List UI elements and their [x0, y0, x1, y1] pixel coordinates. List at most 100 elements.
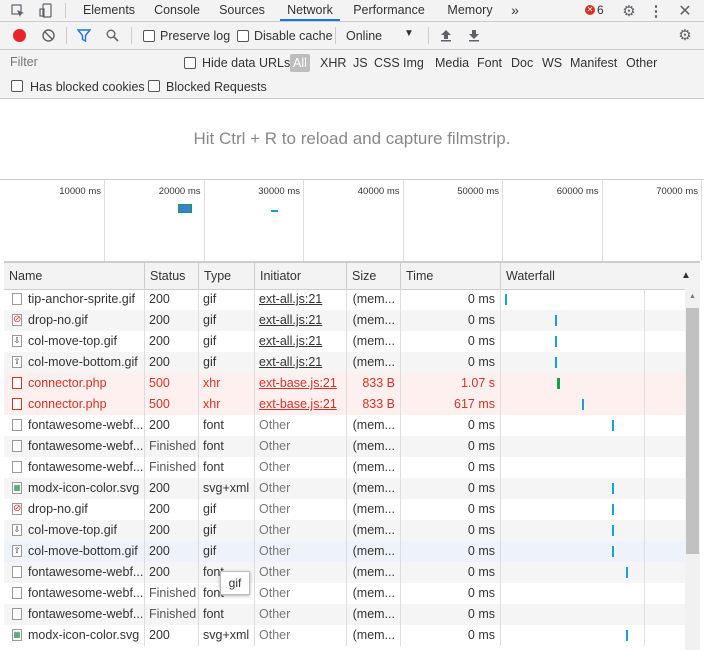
filter-funnel-icon[interactable] — [76, 27, 92, 43]
table-row[interactable]: tip-anchor-sprite.gif 200 gif ext-all.js:21… — [4, 289, 685, 310]
column-header-size[interactable]: Size — [347, 263, 401, 289]
table-row[interactable]: col-move-bottom.gif ⇧ 200 gif Other (mem... 0 … — [4, 541, 685, 562]
inspect-element-icon[interactable] — [8, 1, 28, 20]
network-settings-gear-icon[interactable]: ⚙ — [676, 27, 694, 44]
table-row[interactable]: fontawesome-webf... Finished font Other (mem… — [4, 583, 685, 604]
scroll-up-arrow-icon[interactable]: ▲ — [689, 293, 696, 300]
throttling-select[interactable]: Online ▼ — [344, 25, 422, 46]
tab-network[interactable]: Network — [280, 0, 340, 21]
table-row[interactable]: fontawesome-webf... 200 font Other (mem... 0 … — [4, 415, 685, 436]
waterfall-bar[interactable] — [611, 525, 614, 536]
tab-memory[interactable]: Memory — [440, 0, 500, 21]
waterfall-bar[interactable] — [554, 336, 557, 347]
kebab-menu-icon[interactable]: ⋮ — [648, 1, 664, 20]
cell-initiator-container: Other — [255, 499, 347, 520]
waterfall-bar[interactable] — [626, 630, 629, 641]
table-row[interactable]: connector.php 500 xhr ext-base.js:21 833 B 1.… — [4, 373, 685, 394]
timeline-overview[interactable]: 10000 ms 20000 ms 30000 ms 40000 ms 50000 ms… — [4, 180, 702, 262]
waterfall-gridline — [644, 373, 645, 394]
filter-type-css[interactable]: CSS — [374, 56, 400, 70]
blocked-requests-checkbox[interactable] — [148, 80, 160, 92]
cell-initiator[interactable]: ext-all.js:21 — [259, 292, 322, 306]
filter-type-other[interactable]: Other — [626, 56, 657, 70]
close-devtools-icon[interactable]: ✕ — [676, 1, 694, 20]
filter-type-media[interactable]: Media — [435, 56, 469, 70]
device-toolbar-icon[interactable] — [36, 1, 56, 20]
request-table-body: tip-anchor-sprite.gif 200 gif ext-all.js:21… — [4, 289, 685, 650]
table-row[interactable]: modx-icon-color.svg ▦ 200 svg+xml Other (mem.… — [4, 625, 685, 646]
filter-type-js[interactable]: JS — [353, 56, 368, 70]
column-header-time[interactable]: Time — [401, 263, 501, 289]
table-row[interactable]: col-move-top.gif ⇩ 200 gif ext-all.js:21 (mem… — [4, 331, 685, 352]
has-blocked-cookies-checkbox[interactable] — [11, 80, 23, 92]
cell-initiator[interactable]: ext-base.js:21 — [259, 397, 337, 411]
error-counter[interactable]: ✕ 6 — [585, 3, 615, 18]
cell-size-container: (mem... — [347, 289, 401, 310]
cell-initiator[interactable]: ext-all.js:21 — [259, 334, 322, 348]
waterfall-bar[interactable] — [556, 378, 560, 389]
column-header-status[interactable]: Status — [145, 263, 199, 289]
waterfall-gridline — [644, 499, 645, 520]
cell-size-container: (mem... — [347, 331, 401, 352]
preserve-log-checkbox[interactable] — [143, 30, 155, 42]
waterfall-bar[interactable] — [505, 294, 507, 305]
cell-status: 200 — [149, 628, 170, 642]
cell-initiator[interactable]: ext-base.js:21 — [259, 376, 337, 390]
filter-type-doc[interactable]: Doc — [511, 56, 533, 70]
export-har-download-icon[interactable] — [466, 27, 482, 43]
waterfall-bar[interactable] — [582, 399, 585, 410]
table-row[interactable]: fontawesome-webf... Finished font Other (mem… — [4, 436, 685, 457]
table-row[interactable]: col-move-top.gif ⇩ 200 gif Other (mem... 0 ms — [4, 520, 685, 541]
overview-tick-label: 30000 ms — [258, 186, 300, 197]
cell-initiator-container: Other — [255, 541, 347, 562]
cell-size-container: (mem... — [347, 562, 401, 583]
tab-sources[interactable]: Sources — [212, 0, 272, 21]
waterfall-bar[interactable] — [611, 483, 614, 494]
waterfall-cell — [501, 541, 685, 562]
filter-type-manifest[interactable]: Manifest — [570, 56, 617, 70]
table-row[interactable]: drop-no.gif ⊘ 200 gif Other (mem... 0 ms — [4, 499, 685, 520]
waterfall-cell — [501, 625, 685, 646]
filter-type-ws[interactable]: WS — [542, 56, 562, 70]
tab-elements[interactable]: Elements — [74, 0, 144, 21]
table-row[interactable]: fontawesome-webf... 200 font Other (mem... 0 … — [4, 562, 685, 583]
table-row[interactable]: col-move-bottom.gif ⇧ 200 gif ext-all.js:21 (… — [4, 352, 685, 373]
hide-data-urls-checkbox[interactable] — [184, 57, 196, 69]
search-icon[interactable] — [104, 27, 120, 43]
waterfall-bar[interactable] — [611, 546, 614, 557]
cell-initiator[interactable]: ext-all.js:21 — [259, 313, 322, 327]
clear-log-icon[interactable] — [40, 27, 56, 43]
waterfall-bar[interactable] — [626, 567, 629, 578]
column-header-type[interactable]: Type — [199, 263, 255, 289]
column-header-name[interactable]: Name — [4, 263, 145, 289]
table-row[interactable]: modx-icon-color.svg ▦ 200 svg+xml Other (mem.… — [4, 478, 685, 499]
import-har-upload-icon[interactable] — [438, 27, 454, 43]
waterfall-bar[interactable] — [611, 420, 614, 431]
table-row[interactable]: fontawesome-webf... Finished font Other (mem… — [4, 604, 685, 625]
waterfall-bar[interactable] — [611, 504, 614, 515]
column-header-initiator[interactable]: Initiator — [255, 263, 347, 289]
record-button-icon[interactable] — [13, 29, 26, 42]
cell-initiator-container: Other — [255, 457, 347, 478]
filter-type-font[interactable]: Font — [477, 56, 502, 70]
column-header-waterfall[interactable]: Waterfall ▲ — [501, 263, 700, 289]
settings-gear-icon[interactable]: ⚙ — [619, 1, 639, 20]
cell-initiator[interactable]: ext-all.js:21 — [259, 355, 322, 369]
tab-performance[interactable]: Performance — [348, 0, 430, 21]
table-row[interactable]: fontawesome-webf... Finished font Other (mem… — [4, 457, 685, 478]
table-scrollbar-thumb[interactable] — [686, 308, 699, 554]
tab-console[interactable]: Console — [148, 0, 206, 21]
table-row[interactable]: drop-no.gif ⊘ 200 gif ext-all.js:21 (mem... 0 … — [4, 310, 685, 331]
cell-time-container: 0 ms — [401, 541, 501, 562]
disable-cache-checkbox[interactable] — [237, 30, 249, 42]
table-row[interactable]: connector.php 500 xhr ext-base.js:21 833 B 61… — [4, 394, 685, 415]
cell-name-container: fontawesome-webf... — [4, 436, 145, 457]
waterfall-bar[interactable] — [554, 315, 557, 326]
filter-type-img[interactable]: Img — [403, 56, 424, 70]
filter-input[interactable] — [4, 53, 170, 71]
waterfall-gridline — [644, 583, 645, 604]
filter-type-xhr[interactable]: XHR — [320, 56, 346, 70]
filter-type-all[interactable]: All — [290, 54, 310, 72]
waterfall-bar[interactable] — [554, 357, 557, 368]
more-tabs-button[interactable]: » — [506, 0, 524, 21]
